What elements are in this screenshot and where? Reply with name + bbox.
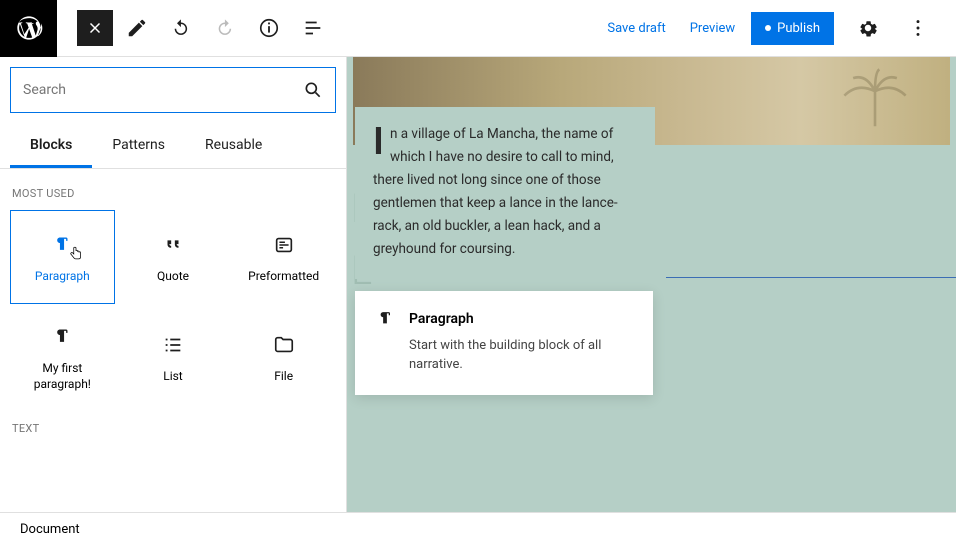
publish-button[interactable]: Publish xyxy=(751,12,834,45)
cursor-hand-icon xyxy=(67,245,85,263)
dropcap: I xyxy=(373,127,384,157)
block-label: File xyxy=(274,369,293,385)
paragraph-icon xyxy=(375,309,395,329)
paragraph-text: n a village of La Mancha, the name of wh… xyxy=(373,126,618,257)
separator-line xyxy=(666,277,956,278)
block-label: My first paragraph! xyxy=(17,361,108,392)
block-quote[interactable]: Quote xyxy=(121,210,226,304)
block-file[interactable]: File xyxy=(231,310,336,404)
tooltip-description: Start with the building block of all nar… xyxy=(409,337,633,375)
breadcrumb-bar: Document xyxy=(0,512,956,546)
folder-icon xyxy=(273,334,295,356)
block-preformatted[interactable]: Preformatted xyxy=(231,210,336,304)
block-my-first-paragraph[interactable]: My first paragraph! xyxy=(10,310,115,404)
block-label: Quote xyxy=(157,269,189,285)
editor-canvas[interactable]: L L In a village of La Mancha, the name … xyxy=(347,57,956,546)
info-icon[interactable] xyxy=(249,8,289,48)
palm-decoration xyxy=(830,65,920,135)
preview-button[interactable]: Preview xyxy=(678,13,747,44)
block-label: Preformatted xyxy=(248,269,319,285)
undo-button[interactable] xyxy=(161,8,201,48)
list-icon xyxy=(162,334,184,356)
section-text: TEXT xyxy=(0,404,346,445)
block-inserter-panel: Blocks Patterns Reusable MOST USED Parag… xyxy=(0,57,347,546)
paragraph-block-preview: In a village of La Mancha, the name of w… xyxy=(355,107,655,279)
search-input-wrapper xyxy=(10,67,336,113)
block-paragraph[interactable]: Paragraph xyxy=(10,210,115,304)
tooltip-title: Paragraph xyxy=(409,311,474,327)
search-input[interactable] xyxy=(23,82,303,98)
block-label: List xyxy=(163,369,183,385)
tab-blocks[interactable]: Blocks xyxy=(10,123,92,168)
edit-icon[interactable] xyxy=(117,8,157,48)
block-label: Paragraph xyxy=(35,269,90,285)
outline-icon[interactable] xyxy=(293,8,333,48)
close-inserter-button[interactable] xyxy=(77,10,113,46)
preformatted-icon xyxy=(273,234,295,256)
redo-button[interactable] xyxy=(205,8,245,48)
top-toolbar: Save draft Preview Publish xyxy=(0,0,956,57)
search-icon xyxy=(303,80,323,100)
inserter-tabs: Blocks Patterns Reusable xyxy=(0,123,346,169)
tab-patterns[interactable]: Patterns xyxy=(92,123,185,168)
block-list[interactable]: List xyxy=(121,310,226,404)
save-draft-button[interactable]: Save draft xyxy=(595,13,677,44)
more-options-icon[interactable] xyxy=(898,8,938,48)
wordpress-logo[interactable] xyxy=(0,0,57,57)
settings-icon[interactable] xyxy=(848,8,888,48)
quote-icon xyxy=(162,234,184,256)
tab-reusable[interactable]: Reusable xyxy=(185,123,282,168)
block-description-tooltip: Paragraph Start with the building block … xyxy=(355,291,653,395)
paragraph-icon xyxy=(51,326,73,348)
breadcrumb-document[interactable]: Document xyxy=(20,522,80,537)
section-most-used: MOST USED xyxy=(0,169,346,210)
